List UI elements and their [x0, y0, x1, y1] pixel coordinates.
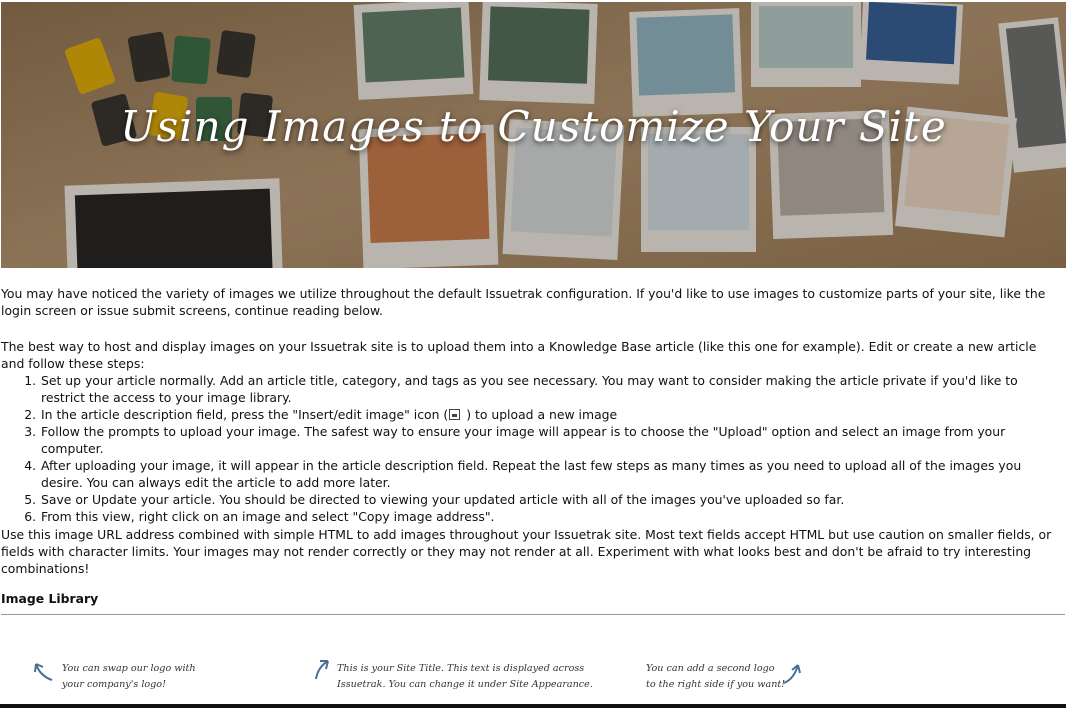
image-library-heading: Image Library: [1, 591, 99, 606]
note-line: You can swap our logo with: [62, 663, 196, 674]
step-item: Save or Update your article. You should …: [40, 491, 1063, 508]
hero-title: Using Images to Customize Your Site: [120, 102, 947, 151]
section-divider: [1, 614, 1065, 615]
outro-paragraph: Use this image URL address combined with…: [1, 527, 1052, 576]
page: Using Images to Customize Your Site You …: [0, 0, 1066, 708]
arrow-up-right-icon: [783, 664, 801, 684]
note-line: This is your Site Title. This text is di…: [337, 663, 585, 674]
hero-banner: Using Images to Customize Your Site: [1, 2, 1066, 268]
note-line: You can add a second logo: [646, 663, 775, 674]
step-item: From this view, right click on an image …: [40, 508, 1063, 525]
note-line: your company's logo!: [62, 679, 166, 690]
arrow-up-left-icon: [34, 663, 53, 681]
bottom-border: [0, 704, 1066, 708]
step-item: Follow the prompts to upload your image.…: [40, 423, 1063, 457]
article-body: You may have noticed the variety of imag…: [1, 285, 1063, 577]
logo-swap-note: You can swap our logo with your company'…: [62, 661, 196, 693]
step-item: After uploading your image, it will appe…: [40, 457, 1063, 491]
note-line: to the right side if you want!: [646, 679, 786, 690]
step-item: In the article description field, press …: [40, 406, 1063, 423]
step-text: In the article description field, press …: [41, 407, 449, 422]
step-item: Set up your article normally. Add an art…: [40, 372, 1063, 406]
second-logo-note: You can add a second logo to the right s…: [646, 661, 785, 693]
steps-intro-paragraph: The best way to host and display images …: [1, 339, 1037, 371]
intro-paragraph: You may have noticed the variety of imag…: [1, 286, 1046, 318]
step-text: ) to upload a new image: [466, 407, 618, 422]
site-title-note: This is your Site Title. This text is di…: [337, 661, 593, 693]
note-line: Issuetrak. You can change it under Site …: [337, 679, 593, 690]
arrow-up-right-icon: [315, 660, 329, 680]
steps-list: Set up your article normally. Add an art…: [1, 372, 1063, 525]
image-icon: [449, 409, 461, 420]
